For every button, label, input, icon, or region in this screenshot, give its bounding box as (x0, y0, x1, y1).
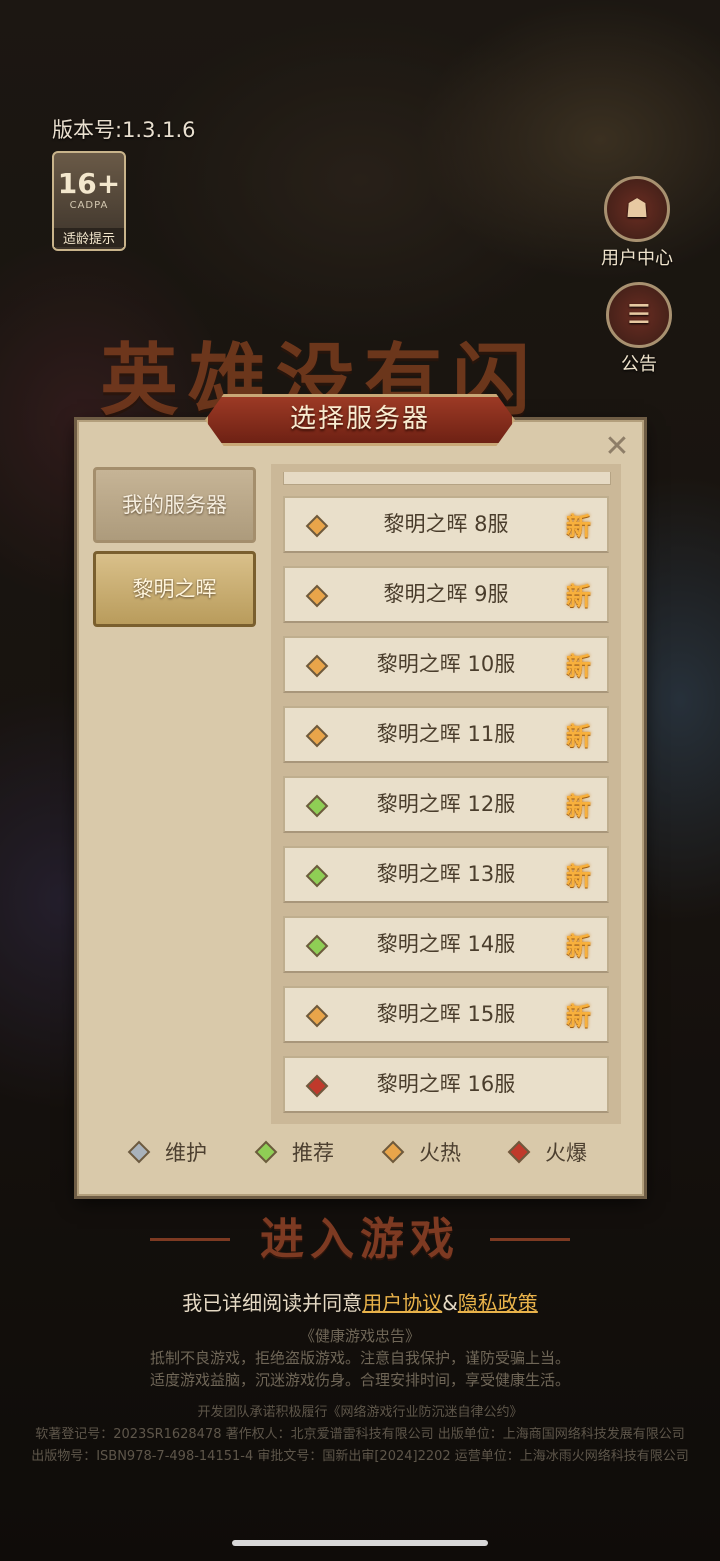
legend-hot: 火热 (381, 1138, 461, 1166)
status-diamond-icon (305, 864, 329, 888)
recommend-diamond-icon (254, 1140, 278, 1164)
health-notice-line2: 适度游戏益脑，沉迷游戏伤身。合理安排时间，享受健康生活。 (149, 1371, 570, 1389)
legal-line2: 软著登记号：2023SR1628478 著作权人：北京爱谱雷科技有限公司 出版单… (35, 1427, 685, 1442)
legend-label: 维护 (165, 1141, 207, 1165)
legend-maintenance: 维护 (127, 1138, 207, 1166)
server-row[interactable]: 黎明之晖 15服 新 (283, 986, 609, 1043)
notice-icon: ☰ (606, 282, 672, 348)
server-row[interactable]: 黎明之晖 9服 新 (283, 566, 609, 623)
status-diamond-icon (305, 1004, 329, 1028)
server-name: 黎明之晖 13服 (376, 862, 516, 886)
server-row[interactable]: 黎明之晖 8服 新 (283, 496, 609, 553)
status-diamond-icon (305, 584, 329, 608)
server-row[interactable]: 黎明之晖 11服 新 (283, 706, 609, 763)
new-badge: 新 (565, 1002, 591, 1031)
new-badge: 新 (565, 722, 591, 751)
age-rating-tip: 适龄提示 (54, 228, 124, 247)
server-name: 黎明之晖 8服 (383, 512, 509, 536)
right-ornament (490, 1238, 570, 1241)
server-row[interactable]: 黎明之晖 10服 新 (283, 636, 609, 693)
health-notice-line1: 抵制不良游戏，拒绝盗版游戏。注意自我保护，谨防受骗上当。 (149, 1349, 570, 1367)
server-row[interactable]: 黎明之晖 16服 (283, 1056, 609, 1113)
age-rating-number: 16+ (57, 167, 121, 200)
tab-dawn-glow[interactable]: 黎明之晖 (93, 551, 256, 627)
status-diamond-icon (305, 654, 329, 678)
version-label: 版本号:1.3.1.6 (52, 118, 196, 142)
list-scroll-edge (283, 472, 611, 485)
legend-recommend: 推荐 (254, 1138, 334, 1166)
home-indicator[interactable] (232, 1540, 488, 1546)
user-center-button[interactable]: ☗ 用户中心 (594, 176, 680, 270)
server-row[interactable]: 黎明之晖 13服 新 (283, 846, 609, 903)
server-name: 黎明之晖 16服 (376, 1072, 516, 1096)
new-badge: 新 (565, 862, 591, 891)
health-notice-title: 《健康游戏忠告》 (299, 1327, 420, 1345)
agreement-amp: & (442, 1291, 458, 1315)
server-name: 黎明之晖 15服 (376, 1002, 516, 1026)
server-name: 黎明之晖 14服 (376, 932, 516, 956)
notice-label: 公告 (621, 354, 657, 375)
server-name: 黎明之晖 11服 (376, 722, 516, 746)
user-center-label: 用户中心 (601, 248, 673, 269)
close-icon[interactable]: ✕ (602, 432, 632, 462)
fire-diamond-icon (507, 1140, 531, 1164)
new-badge: 新 (565, 652, 591, 681)
new-badge: 新 (565, 582, 591, 611)
status-diamond-icon (305, 514, 329, 538)
status-diamond-icon (305, 934, 329, 958)
legend-label: 火热 (419, 1141, 461, 1165)
helmet-icon: ☗ (604, 176, 670, 242)
server-row[interactable]: 黎明之晖 14服 新 (283, 916, 609, 973)
enter-game-button[interactable]: 进入游戏 (150, 1210, 570, 1270)
server-name: 黎明之晖 12服 (376, 792, 516, 816)
notice-button[interactable]: ☰ 公告 (596, 282, 682, 376)
new-badge: 新 (565, 792, 591, 821)
enter-game-label: 进入游戏 (260, 1214, 460, 1265)
legend-label: 推荐 (292, 1141, 334, 1165)
server-row[interactable]: 黎明之晖 12服 新 (283, 776, 609, 833)
age-rating-badge[interactable]: 16+ CADPA 适龄提示 (52, 151, 126, 251)
age-rating-org: CADPA (69, 200, 109, 211)
maintenance-diamond-icon (127, 1140, 151, 1164)
agreement-prefix: 我已详细阅读并同意 (182, 1291, 363, 1315)
status-diamond-icon (305, 1074, 329, 1098)
server-name: 黎明之晖 9服 (383, 582, 509, 606)
server-name: 黎明之晖 10服 (376, 652, 516, 676)
legal-line1: 开发团队承诺积极履行《网络游戏行业防沉迷自律公约》 (197, 1405, 523, 1420)
left-ornament (150, 1238, 230, 1241)
status-diamond-icon (305, 724, 329, 748)
legal-line3: 出版物号：ISBN978-7-498-14151-4 审批文号：国新出审[202… (31, 1449, 689, 1464)
server-list[interactable]: 黎明之晖 8服 新 黎明之晖 9服 新 黎明之晖 10服 新 黎明之晖 11服 … (271, 464, 621, 1124)
agreement-line: 我已详细阅读并同意用户协议&隐私政策 (0, 1287, 720, 1316)
legend-fire: 火爆 (507, 1138, 587, 1166)
dialog-title: 选择服务器 (205, 394, 515, 446)
status-diamond-icon (305, 794, 329, 818)
privacy-policy-link[interactable]: 隐私政策 (458, 1291, 538, 1315)
new-badge: 新 (565, 932, 591, 961)
hot-diamond-icon (381, 1140, 405, 1164)
legend-label: 火爆 (545, 1141, 587, 1165)
new-badge: 新 (565, 512, 591, 541)
user-agreement-link[interactable]: 用户协议 (362, 1291, 442, 1315)
tab-my-servers[interactable]: 我的服务器 (93, 467, 256, 543)
